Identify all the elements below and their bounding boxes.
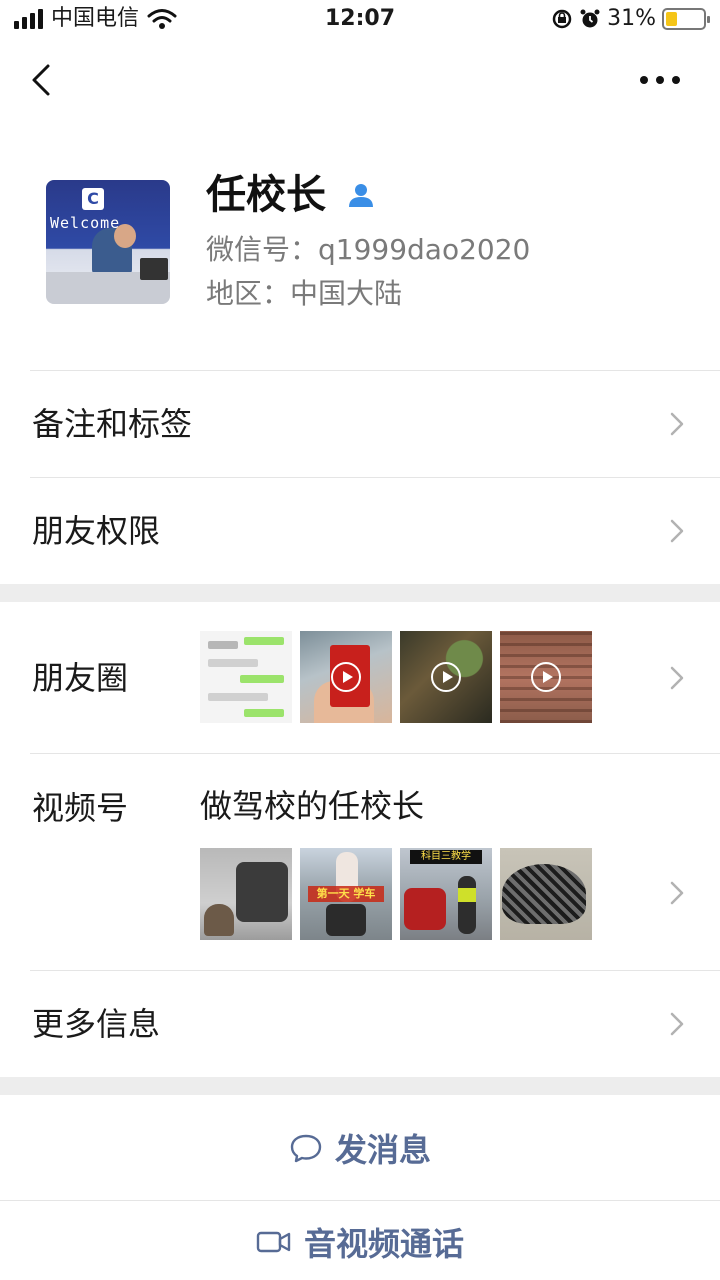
- wechat-id: 微信号：q1999dao2020: [206, 233, 531, 266]
- play-icon: [331, 662, 361, 692]
- section-gap: [0, 1077, 720, 1095]
- moments-thumbnails: [200, 631, 592, 723]
- chevron-right-icon: [670, 666, 684, 690]
- chat-bubble: [208, 659, 258, 667]
- channels-thumb[interactable]: 第一天 学车: [300, 848, 392, 940]
- avatar[interactable]: C Welcome: [46, 180, 170, 304]
- thumb-cat: [204, 904, 234, 936]
- row-label: 朋友权限: [32, 512, 161, 550]
- rotation-lock-icon: [552, 9, 572, 29]
- av-call-label: 音视频通话: [303, 1224, 464, 1263]
- thumb-sofa: [236, 862, 288, 922]
- dot: [640, 76, 648, 84]
- contact-name: 任校长: [206, 172, 326, 218]
- row-friend-permissions[interactable]: 朋友权限: [0, 478, 720, 584]
- thumb-umbrella: [502, 864, 586, 924]
- avatar-monitor: [140, 258, 168, 280]
- row-more-info[interactable]: 更多信息: [0, 971, 720, 1077]
- send-message-button[interactable]: 发消息: [0, 1095, 720, 1200]
- moments-thumb: [200, 631, 292, 723]
- moments-thumb: [400, 631, 492, 723]
- chat-bubble: [208, 641, 238, 649]
- row-label: 视频号: [32, 789, 129, 827]
- status-bar: 中国电信 12:07 31%: [0, 0, 720, 40]
- chevron-right-icon: [670, 1012, 684, 1036]
- moments-thumb: [500, 631, 592, 723]
- battery-icon: [662, 8, 710, 30]
- channels-thumb[interactable]: [200, 848, 292, 940]
- moments-thumb: [300, 631, 392, 723]
- thumb-vest: [458, 888, 476, 902]
- thumb-caption: 科目三教学: [410, 850, 482, 864]
- status-right: 31%: [551, 6, 710, 32]
- play-icon: [531, 662, 561, 692]
- thumb-caption: 第一天 学车: [308, 886, 384, 902]
- chevron-right-icon: [670, 881, 684, 905]
- channels-thumb[interactable]: [500, 848, 592, 940]
- chat-bubble: [244, 709, 284, 717]
- region: 地区：中国大陆: [206, 277, 403, 310]
- video-camera-icon: [256, 1231, 291, 1252]
- row-remark-tags[interactable]: 备注和标签: [0, 371, 720, 477]
- chevron-right-icon: [670, 519, 684, 543]
- battery-percent: 31%: [607, 6, 656, 31]
- divider: [0, 1200, 720, 1201]
- row-label: 朋友圈: [32, 659, 129, 697]
- person-icon: [349, 184, 373, 207]
- chat-bubble: [208, 693, 268, 701]
- row-label: 备注和标签: [32, 405, 193, 443]
- play-icon: [431, 662, 461, 692]
- section-gap: [0, 584, 720, 602]
- battery-level-fill: [666, 12, 677, 26]
- chat-bubble: [244, 637, 284, 645]
- row-label: 更多信息: [32, 1005, 161, 1043]
- nav-bar: [0, 46, 720, 116]
- send-message-label: 发消息: [334, 1130, 431, 1169]
- dot: [656, 76, 664, 84]
- channels-name: 做驾校的任校长: [200, 787, 425, 825]
- channels-thumbnails: 第一天 学车 科目三教学: [200, 848, 592, 940]
- thumb-vehicle: [404, 888, 446, 930]
- chat-bubble: [240, 675, 284, 683]
- more-options-button[interactable]: [640, 68, 690, 92]
- chat-bubble-icon: [290, 1134, 322, 1162]
- channels-thumb[interactable]: 科目三教学: [400, 848, 492, 940]
- back-button[interactable]: [24, 60, 64, 100]
- avatar-person-head: [114, 224, 136, 248]
- thumb-kart: [326, 904, 366, 936]
- alarm-icon: [580, 9, 600, 28]
- chevron-right-icon: [670, 412, 684, 436]
- row-moments[interactable]: 朋友圈: [0, 602, 720, 753]
- thumb-person: [458, 876, 476, 934]
- dot: [672, 76, 680, 84]
- avatar-logo: C: [82, 188, 104, 210]
- av-call-button[interactable]: 音视频通话: [0, 1203, 720, 1280]
